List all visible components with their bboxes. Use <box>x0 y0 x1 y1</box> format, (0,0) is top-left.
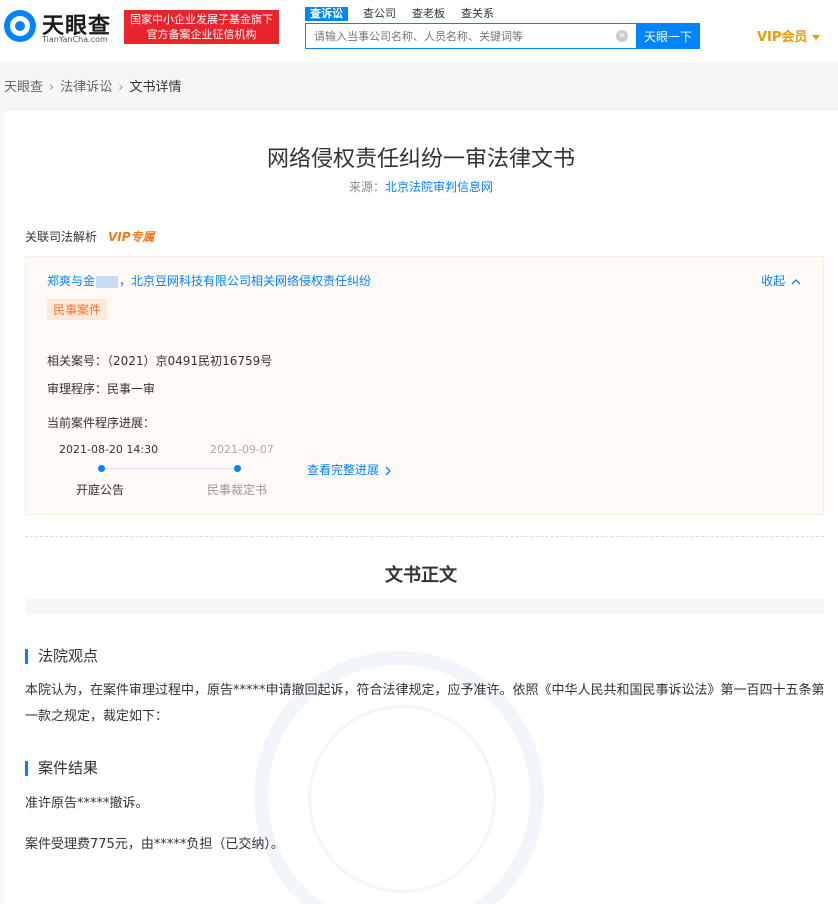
tab-boss[interactable]: 查老板 <box>412 7 445 21</box>
section-heading-case-result: 案件结果 <box>25 761 98 776</box>
body-header-bar <box>25 599 824 615</box>
related-case-box: 郑爽与金 ，北京豆网科技有限公司相关网络侵权责任纠纷 收起 民事案件 相关案号：（… <box>25 256 824 515</box>
masked-name <box>96 275 119 288</box>
clear-icon[interactable]: × <box>616 30 628 42</box>
top-header: 天眼查 TianYanCha.com 国家中小企业发展子基金旗下 官方备案企业征… <box>0 0 838 62</box>
caret-down-icon <box>812 35 821 40</box>
source-link[interactable]: 北京法院审判信息网 <box>385 180 493 194</box>
source-label: 来源： <box>348 180 385 194</box>
vip-exclusive-tag: VIP专属 <box>108 230 155 244</box>
logo-icon <box>4 10 36 42</box>
trial-procedure: 审理程序：民事一审 <box>47 382 156 396</box>
timeline-label-1[interactable]: 开庭公告 <box>76 481 124 498</box>
divider <box>25 536 824 537</box>
logo[interactable]: 天眼查 TianYanCha.com <box>4 8 120 46</box>
view-full-progress-link[interactable]: 查看完整进展 <box>307 461 392 478</box>
timeline-date-2: 2021-09-07 <box>210 443 274 456</box>
breadcrumb-litigation[interactable]: 法律诉讼 <box>60 80 112 95</box>
search-input[interactable] <box>306 24 636 48</box>
timeline-dot-2 <box>234 465 241 472</box>
case-title-link[interactable]: 郑爽与金 ，北京豆网科技有限公司相关网络侵权责任纠纷 <box>47 272 371 289</box>
case-title-suffix: ，北京豆网科技有限公司相关网络侵权责任纠纷 <box>119 274 372 288</box>
collapse-label: 收起 <box>761 274 786 288</box>
chevron-right-icon <box>385 466 391 475</box>
document-title: 网络侵权责任纠纷一审法律文书 <box>266 147 575 172</box>
collapse-button[interactable]: 收起 <box>761 272 801 289</box>
document-body-title: 文书正文 <box>385 565 457 586</box>
progress-label: 当前案件程序进展： <box>47 416 156 430</box>
court-opinion-paragraph: 本院认为，在案件审理过程中，原告*****申请撤回起诉，符合法律规定，应予准许。… <box>25 683 825 724</box>
breadcrumb: 天眼查 › 法律诉讼 › 文书详情 <box>4 76 181 95</box>
document-card: 网络侵权责任纠纷一审法律文书 来源：北京法院审判信息网 关联司法解析 VIP专属… <box>4 111 838 904</box>
official-badge: 国家中小企业发展子基金旗下 官方备案企业征信机构 <box>124 10 279 44</box>
case-result-paragraph-1: 准许原告*****撤诉。 <box>25 796 149 811</box>
tab-relation[interactable]: 查关系 <box>461 7 494 21</box>
breadcrumb-current: 文书详情 <box>129 80 182 95</box>
tab-litigation[interactable]: 查诉讼 <box>305 7 348 21</box>
logo-domain: TianYanCha.com <box>42 35 108 44</box>
vip-member-label: VIP会员 <box>757 30 808 45</box>
case-number: 相关案号：（2021）京0491民初16759号 <box>47 354 273 368</box>
search-box: × 天眼一下 <box>305 23 700 49</box>
chevron-up-icon <box>791 278 801 284</box>
judicial-analysis-label: 关联司法解析 <box>25 230 98 244</box>
badge-line-2: 官方备案企业征信机构 <box>146 28 257 41</box>
tab-company[interactable]: 查公司 <box>363 7 396 21</box>
chevron-right-icon: › <box>118 80 124 95</box>
chevron-right-icon: › <box>49 80 55 95</box>
view-full-progress-label: 查看完整进展 <box>307 463 380 477</box>
case-type-tag: 民事案件 <box>47 299 108 320</box>
breadcrumb-home[interactable]: 天眼查 <box>4 80 43 95</box>
vip-member-menu[interactable]: VIP会员 <box>757 26 821 45</box>
case-title-prefix: 郑爽与金 <box>47 274 96 288</box>
timeline-dot-1 <box>98 465 105 472</box>
section-heading-court-opinion: 法院观点 <box>25 649 98 664</box>
timeline-line <box>102 468 238 469</box>
case-result-paragraph-2: 案件受理费775元，由*****负担（已交纳）。 <box>25 837 284 852</box>
timeline-label-2[interactable]: 民事裁定书 <box>207 481 267 498</box>
badge-line-1: 国家中小企业发展子基金旗下 <box>130 13 273 26</box>
timeline-date-1: 2021-08-20 14:30 <box>59 443 159 456</box>
document-source: 来源：北京法院审判信息网 <box>4 178 838 195</box>
search-button[interactable]: 天眼一下 <box>636 23 700 49</box>
